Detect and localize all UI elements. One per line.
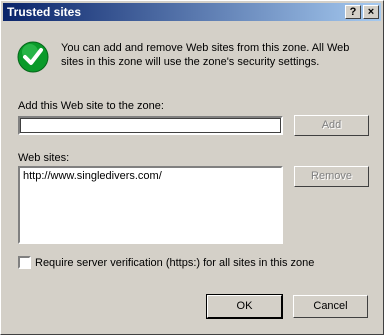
window-title: Trusted sites xyxy=(7,5,82,19)
help-button[interactable]: ? xyxy=(345,5,361,19)
require-verification-label: Require server verification (https:) for… xyxy=(35,257,315,269)
help-icon: ? xyxy=(349,6,357,18)
web-sites-list[interactable]: http://www.singledivers.com/ xyxy=(18,166,283,244)
add-site-label: Add this Web site to the zone: xyxy=(18,100,164,112)
web-sites-label: Web sites: xyxy=(18,152,70,164)
list-item[interactable]: http://www.singledivers.com/ xyxy=(23,170,278,182)
title-bar: Trusted sites ? × xyxy=(3,3,381,21)
checkmark-icon xyxy=(17,41,49,73)
close-button[interactable]: × xyxy=(363,5,379,19)
zone-description: You can add and remove Web sites from th… xyxy=(61,42,350,68)
trusted-sites-dialog: Trusted sites ? × You can add and remove… xyxy=(0,0,384,335)
cancel-button[interactable]: Cancel xyxy=(293,295,368,318)
close-icon: × xyxy=(367,6,375,18)
add-button[interactable]: Add xyxy=(294,115,369,136)
remove-button[interactable]: Remove xyxy=(294,166,369,187)
add-site-input[interactable] xyxy=(18,116,283,135)
require-verification-checkbox[interactable] xyxy=(18,256,31,269)
ok-button[interactable]: OK xyxy=(206,294,283,319)
